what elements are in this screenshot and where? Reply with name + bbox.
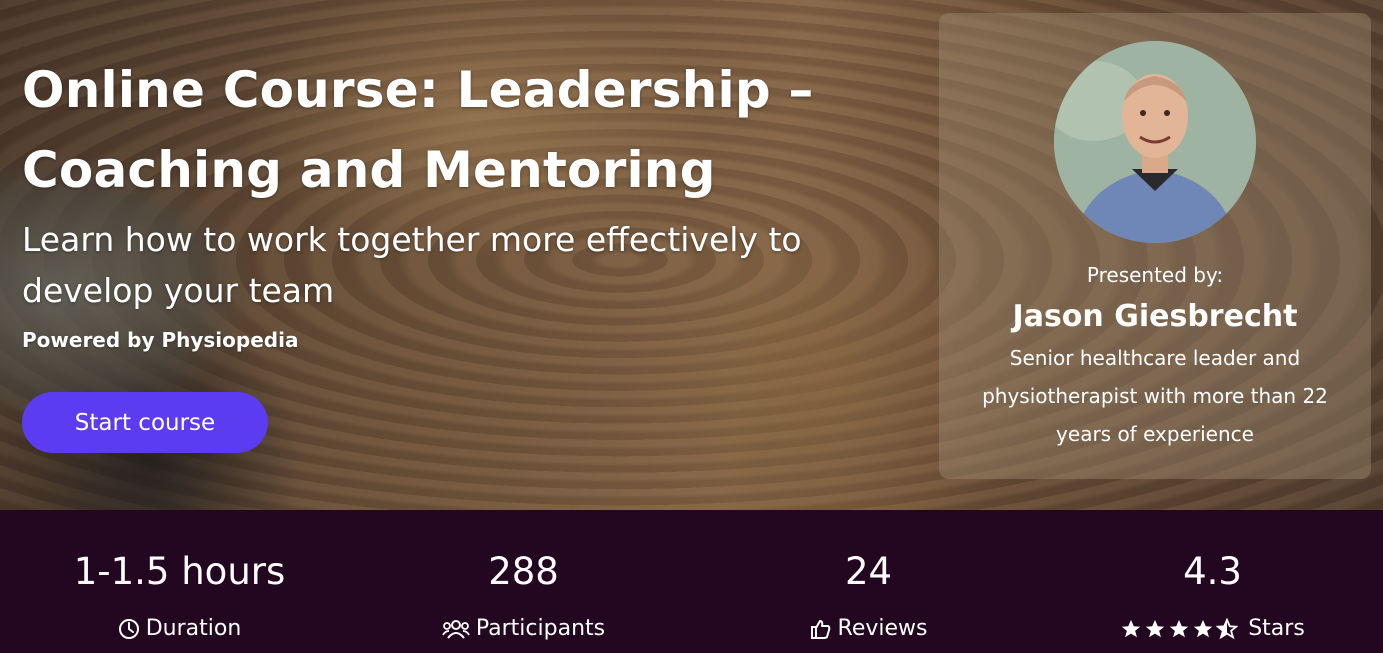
stat-label: Reviews — [837, 616, 928, 641]
course-title: Online Course: Leadership – Coaching and… — [22, 61, 814, 199]
stat-value: 288 — [488, 550, 559, 593]
stat-label-row: Duration — [7, 614, 352, 644]
stat-reviews: 24 Reviews — [696, 510, 1041, 644]
stat-value: 1-1.5 hours — [73, 550, 286, 593]
course-subtitle: Learn how to work together more effectiv… — [22, 220, 802, 310]
star-half-icon — [1216, 618, 1239, 640]
presented-by-label: Presented by: — [1086, 263, 1224, 287]
star-full-icon — [1122, 619, 1141, 638]
start-course-button[interactable]: Start course — [22, 392, 268, 453]
stat-duration: 1-1.5 hours Duration — [7, 510, 352, 644]
stat-rating: 4.3 Stars — [1040, 510, 1383, 644]
powered-by-label: Powered by Physiopedia — [22, 328, 299, 352]
star-full-icon — [1194, 619, 1213, 638]
presenter-card: Presented by: Jason Giesbrecht Senior he… — [939, 13, 1371, 479]
presenter-avatar — [1054, 41, 1256, 243]
stat-value: 4.3 — [1183, 550, 1242, 593]
stat-label: Stars — [1248, 616, 1305, 641]
stat-label-row: Participants — [351, 614, 696, 644]
presenter-name: Jason Giesbrecht — [1012, 299, 1298, 334]
thumbs-up-icon — [810, 618, 832, 640]
stat-label: Duration — [145, 616, 242, 641]
star-rating-icon — [1120, 618, 1239, 640]
presenter-bio: Senior healthcare leader and physiothera… — [982, 346, 1328, 446]
course-stats-bar: 1-1.5 hours Duration 288 Participants 24… — [0, 510, 1383, 653]
stat-label: Participants — [475, 616, 606, 641]
hero-content: Online Course: Leadership – Coaching and… — [22, 50, 902, 354]
users-icon — [442, 618, 470, 640]
star-full-icon — [1146, 619, 1165, 638]
star-full-icon — [1170, 619, 1189, 638]
stat-participants: 288 Participants — [351, 510, 696, 644]
stat-label-row: Stars — [1040, 614, 1383, 644]
clock-icon — [118, 618, 140, 640]
stat-value: 24 — [844, 550, 893, 593]
stat-label-row: Reviews — [696, 614, 1041, 644]
